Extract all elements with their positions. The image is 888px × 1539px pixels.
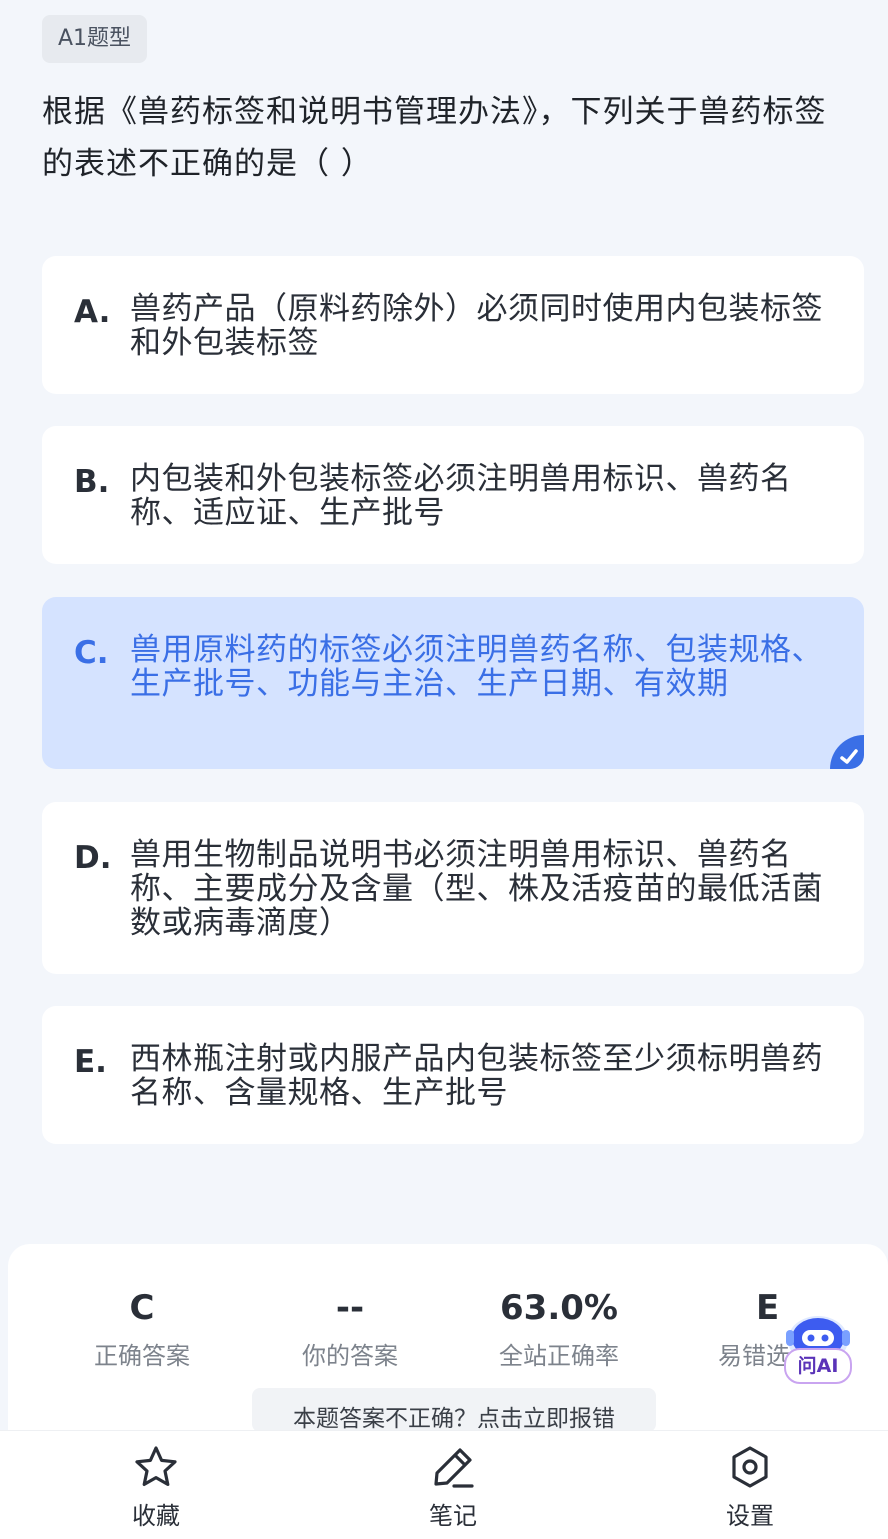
option-b[interactable]: B. 内包装和外包装标签必须注明兽用标识、兽药名称、适应证、生产批号: [42, 426, 864, 564]
favorite-button[interactable]: 收藏: [96, 1444, 216, 1531]
stat-value: C: [129, 1288, 155, 1328]
question-stem: 根据《兽药标签和说明书管理办法》，下列关于兽药标签的表述不正确的是（ ）: [42, 94, 827, 182]
report-error-button[interactable]: 本题答案不正确？点击立即报错: [252, 1388, 656, 1432]
option-letter: D.: [74, 840, 112, 876]
option-letter: B.: [74, 464, 110, 500]
stat-accuracy: 63.0% 全站正确率: [459, 1286, 659, 1371]
option-letter: A.: [74, 294, 111, 330]
notes-button[interactable]: 笔记: [393, 1444, 513, 1531]
option-c[interactable]: C. 兽用原料药的标签必须注明兽药名称、包装规格、生产批号、功能与主治、生产日期…: [42, 597, 864, 769]
option-text: 西林瓶注射或内服产品内包装标签至少须标明兽药名称、含量规格、生产批号: [130, 1041, 823, 1111]
star-icon: [135, 1446, 177, 1486]
favorite-label: 收藏: [132, 1502, 180, 1530]
stat-your-answer: -- 你的答案: [250, 1286, 450, 1371]
settings-button[interactable]: 设置: [690, 1444, 810, 1531]
option-text: 兽用生物制品说明书必须注明兽用标识、兽药名称、主要成分及含量（型、株及活疫苗的最…: [130, 837, 823, 941]
option-e[interactable]: E. 西林瓶注射或内服产品内包装标签至少须标明兽药名称、含量规格、生产批号: [42, 1006, 864, 1144]
question-type-tag: A1题型: [42, 15, 148, 63]
stat-label: 你的答案: [302, 1342, 398, 1370]
stat-correct-answer: C 正确答案: [42, 1286, 242, 1371]
ask-ai-label[interactable]: 问AI: [784, 1348, 852, 1384]
hexagon-gear-icon: [732, 1446, 768, 1488]
stat-label: 全站正确率: [499, 1342, 619, 1370]
option-text: 兽用原料药的标签必须注明兽药名称、包装规格、生产批号、功能与主治、生产日期、有效…: [130, 632, 823, 702]
option-letter: E.: [74, 1044, 107, 1080]
notes-label: 笔记: [429, 1502, 477, 1530]
pen-icon: [434, 1448, 474, 1488]
option-d[interactable]: D. 兽用生物制品说明书必须注明兽用标识、兽药名称、主要成分及含量（型、株及活疫…: [42, 802, 864, 974]
option-a[interactable]: A. 兽药产品（原料药除外）必须同时使用内包装标签和外包装标签: [42, 256, 864, 394]
check-icon: [830, 735, 864, 769]
option-text: 兽药产品（原料药除外）必须同时使用内包装标签和外包装标签: [130, 291, 823, 361]
stat-value: --: [335, 1288, 365, 1328]
option-letter: C.: [74, 635, 109, 671]
question-page: A1题型 根据《兽药标签和说明书管理办法》，下列关于兽药标签的表述不正确的是（ …: [0, 0, 888, 1539]
option-text: 内包装和外包装标签必须注明兽用标识、兽药名称、适应证、生产批号: [130, 461, 792, 531]
settings-label: 设置: [726, 1502, 774, 1530]
stat-label: 正确答案: [94, 1342, 190, 1370]
stat-value: 63.0%: [500, 1288, 618, 1328]
